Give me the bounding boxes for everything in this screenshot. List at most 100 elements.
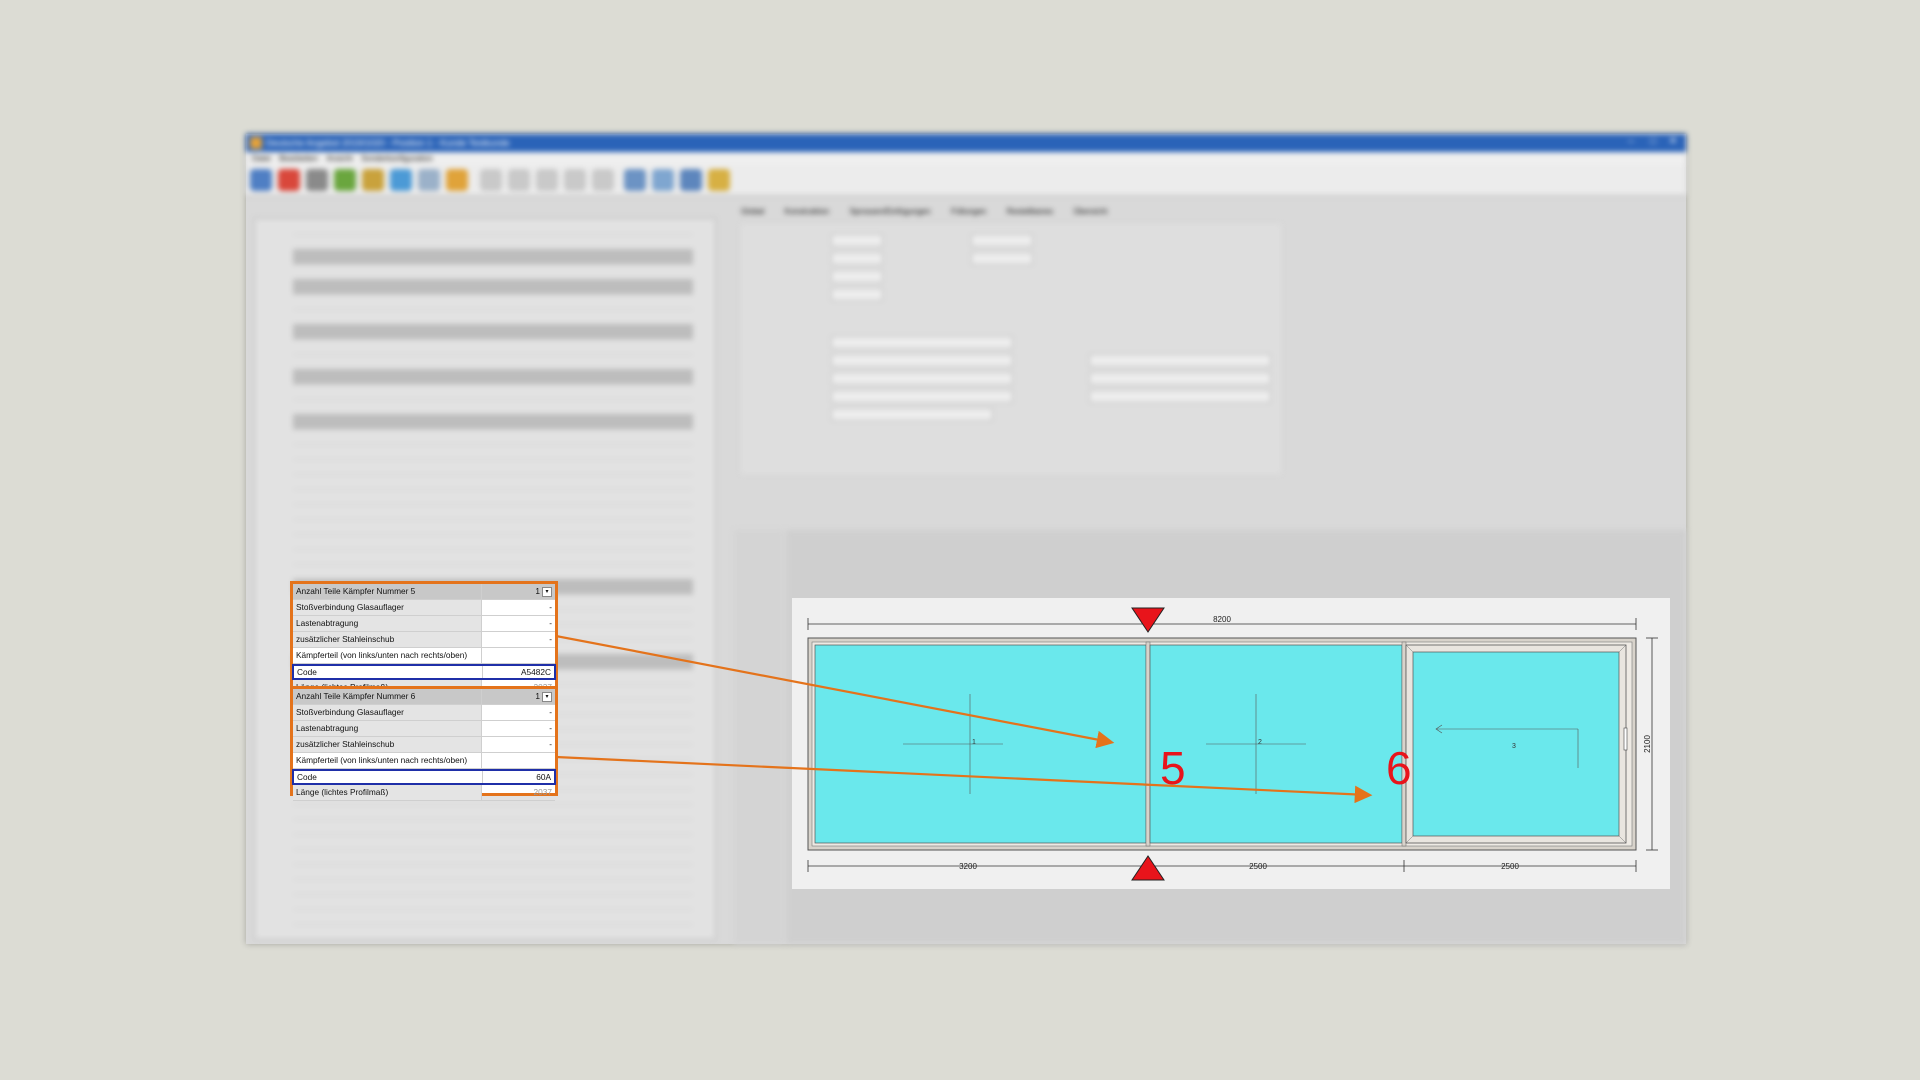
tree-row[interactable]	[293, 324, 693, 340]
tree-row[interactable]	[293, 519, 693, 535]
input-field[interactable]	[831, 336, 1013, 349]
tree-row[interactable]	[293, 234, 693, 250]
input-field[interactable]	[831, 234, 883, 247]
input-field[interactable]	[831, 408, 993, 421]
input-field[interactable]	[831, 354, 1013, 367]
property-row[interactable]: Kämpferteil (von links/unten nach rechts…	[293, 648, 555, 664]
property-row[interactable]: Stoßverbindung Glasauflager -	[293, 600, 555, 616]
property-row[interactable]: Lastenabtragung -	[293, 721, 555, 737]
tab-sprossen[interactable]: Sprossen/Einfügungen	[850, 207, 931, 216]
menu-item-datei[interactable]: Datei	[252, 152, 271, 165]
input-field[interactable]	[971, 234, 1033, 247]
tree-row[interactable]	[293, 534, 693, 550]
toolbar-globe-icon[interactable]	[250, 169, 272, 191]
menu-item-bearbeiten[interactable]: Bearbeiten	[279, 152, 318, 165]
toolbar-color-icon[interactable]	[390, 169, 412, 191]
toolbar-window-icon[interactable]	[652, 169, 674, 191]
property-row[interactable]: Stoßverbindung Glasauflager -	[293, 705, 555, 721]
property-label: Länge (lichtes Profilmaß)	[293, 785, 482, 800]
menu-item-ansicht[interactable]: Ansicht	[326, 152, 352, 165]
tab-fuellungen[interactable]: Füllungen	[951, 207, 986, 216]
tree-row[interactable]	[293, 489, 693, 505]
input-field[interactable]	[1089, 390, 1271, 403]
tree-row[interactable]	[293, 444, 693, 460]
toolbar-copy-icon[interactable]	[418, 169, 440, 191]
input-field[interactable]	[831, 270, 883, 283]
tree-row[interactable]	[293, 804, 693, 820]
menu-item-sonderkonfiguration[interactable]: Sonderkonfiguration	[361, 152, 433, 165]
tree-row[interactable]	[293, 339, 693, 355]
tree-row[interactable]	[293, 819, 693, 835]
tree-row[interactable]	[293, 879, 693, 895]
mullion-number-6: 6	[1386, 742, 1412, 794]
toolbar-target-icon[interactable]	[278, 169, 300, 191]
input-field[interactable]	[831, 372, 1013, 385]
tab-global[interactable]: Global	[741, 207, 764, 216]
input-field[interactable]	[1089, 372, 1271, 385]
tree-row[interactable]	[293, 459, 693, 475]
tree-row[interactable]	[293, 504, 693, 520]
tab-konstruktion[interactable]: Konstruktion	[785, 207, 829, 216]
toolbar-chart-icon[interactable]	[446, 169, 468, 191]
tree-row[interactable]	[293, 219, 693, 235]
input-field[interactable]	[831, 288, 883, 301]
tree-row[interactable]	[293, 309, 693, 325]
property-row[interactable]: zusätzlicher Stahleinschub -	[293, 737, 555, 753]
close-icon[interactable]: ✕	[1666, 136, 1680, 148]
input-field[interactable]	[831, 390, 1013, 403]
toolbar-key-icon[interactable]	[708, 169, 730, 191]
tree-row[interactable]	[293, 549, 693, 565]
tree-row[interactable]	[293, 294, 693, 310]
toolbar-tools-icon[interactable]	[306, 169, 328, 191]
tree-row[interactable]	[293, 264, 693, 280]
record-icon[interactable]	[536, 169, 558, 191]
toolbar-grid-icon[interactable]	[624, 169, 646, 191]
tree-row[interactable]	[293, 414, 693, 430]
property-label: zusätzlicher Stahleinschub	[293, 737, 482, 752]
property-row[interactable]: Länge (lichtes Profilmaß) 2037	[293, 785, 555, 801]
minimize-icon[interactable]: –	[1624, 136, 1638, 148]
tree-row[interactable]	[293, 564, 693, 580]
tab-restelibanes[interactable]: Restelibanes	[1007, 207, 1053, 216]
input-field[interactable]	[831, 252, 883, 265]
tree-row[interactable]	[293, 429, 693, 445]
property-row[interactable]: Anzahl Teile Kämpfer Nummer 5 1 ▾	[293, 584, 555, 600]
prev-record-icon[interactable]	[508, 169, 530, 191]
tree-row[interactable]	[293, 249, 693, 265]
mullion-6-properties-callout: Anzahl Teile Kämpfer Nummer 6 1 ▾ Stoßver…	[290, 686, 558, 801]
code-value[interactable]: A5482C	[483, 666, 554, 678]
code-row-highlighted[interactable]: Code A5482C	[292, 664, 556, 680]
dropdown-arrow-icon[interactable]: ▾	[542, 691, 552, 702]
property-row[interactable]: Kämpferteil (von links/unten nach rechts…	[293, 753, 555, 769]
maximize-icon[interactable]: □	[1646, 136, 1660, 148]
tree-row[interactable]	[293, 384, 693, 400]
tree-row[interactable]	[293, 894, 693, 910]
tree-row[interactable]	[293, 279, 693, 295]
tree-row[interactable]	[293, 864, 693, 880]
tree-row[interactable]	[293, 354, 693, 370]
dropdown-arrow-icon[interactable]: ▾	[542, 586, 552, 597]
tree-row[interactable]	[293, 399, 693, 415]
tree-row[interactable]	[293, 369, 693, 385]
toolbar-layout-icon[interactable]	[680, 169, 702, 191]
property-row[interactable]: zusätzlicher Stahleinschub -	[293, 632, 555, 648]
property-row[interactable]: Anzahl Teile Kämpfer Nummer 6 1 ▾	[293, 689, 555, 705]
title-bar: Deutsche Angebot 2019/1020 - Position 1 …	[246, 134, 1686, 152]
tab-bar: Global Konstruktion Sprossen/Einfügungen…	[741, 206, 1681, 224]
tree-row[interactable]	[293, 849, 693, 865]
code-row-highlighted[interactable]: Code 60A	[292, 769, 556, 785]
toolbar-note-icon[interactable]	[362, 169, 384, 191]
input-field[interactable]	[1089, 354, 1271, 367]
code-value[interactable]: 60A	[483, 771, 554, 783]
next-record-icon[interactable]	[564, 169, 586, 191]
input-field[interactable]	[971, 252, 1033, 265]
toolbar-edit-icon[interactable]	[334, 169, 356, 191]
tree-row[interactable]	[293, 474, 693, 490]
tree-row[interactable]	[293, 909, 693, 925]
tab-uebersicht[interactable]: Übersicht	[1074, 207, 1108, 216]
tree-row[interactable]	[293, 834, 693, 850]
first-record-icon[interactable]	[480, 169, 502, 191]
property-label: Anzahl Teile Kämpfer Nummer 5	[293, 584, 482, 599]
last-record-icon[interactable]	[592, 169, 614, 191]
property-row[interactable]: Lastenabtragung -	[293, 616, 555, 632]
